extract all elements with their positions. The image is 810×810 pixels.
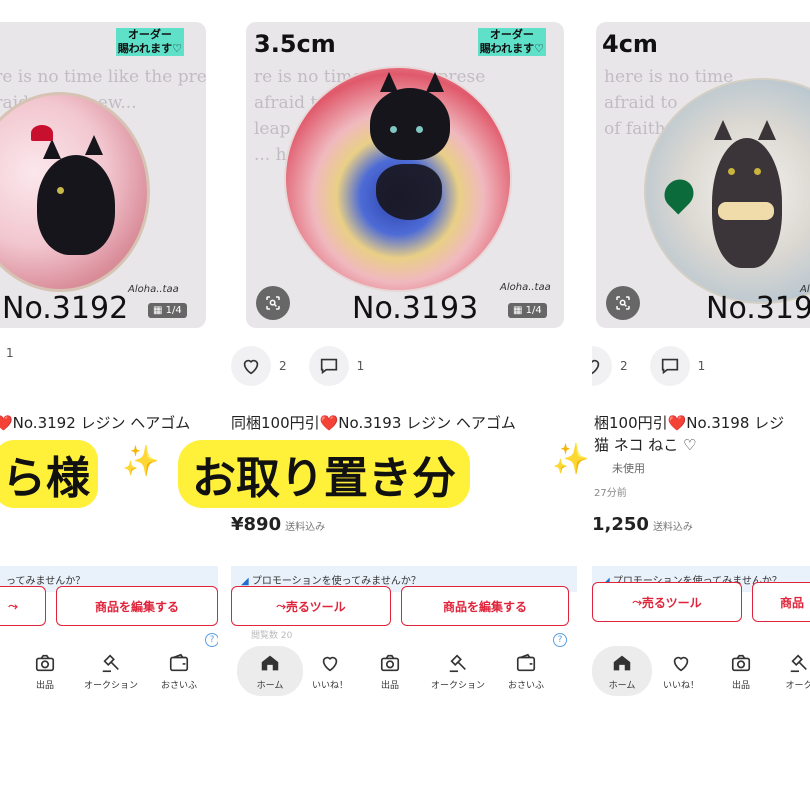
image-count-badge: ▦ 1/4 — [508, 303, 547, 318]
sell-tools-button[interactable]: ⤳ 売るツール — [592, 582, 742, 622]
camera-icon — [731, 654, 751, 672]
view-count: 閲覧数 20 — [251, 631, 293, 641]
listing-panel-3198: here is no time afraid to of faith 4cm A… — [592, 0, 810, 720]
product-photo[interactable]: ...re is no time like the prese afraid t… — [0, 22, 206, 328]
sparkle-icon: ✨ — [552, 442, 590, 477]
like-count: 2 — [279, 359, 287, 373]
reactions-row: 2 1 — [231, 346, 378, 386]
gavel-icon — [102, 654, 119, 673]
product-photo[interactable]: here is no time afraid to of faith 4cm A… — [596, 22, 810, 328]
magic-wand-icon: ⤳ — [632, 594, 642, 609]
bottom-tab-bar: ホーム いいね！ 出品 オーク — [592, 646, 810, 698]
tab-wallet[interactable]: おさいふ — [148, 646, 210, 691]
banner-title: お取り置き分 — [178, 440, 470, 508]
bottom-tab-bar: ホーム いいね！ 出品 オークション おさいふ — [231, 646, 577, 698]
image-search-button[interactable] — [256, 286, 290, 320]
lens-search-icon — [616, 296, 630, 310]
size-label: 4cm — [602, 30, 658, 58]
heart-icon — [673, 656, 689, 672]
comment-button[interactable] — [649, 346, 690, 386]
item-title[interactable]: 梱100円引❤️No.3198 レジ — [594, 412, 784, 433]
sell-tools-button[interactable]: ⤳ — [0, 586, 46, 626]
image-count-badge: ▦ 1/4 — [148, 303, 187, 318]
sparkle-icon: ✨ — [122, 444, 160, 479]
magic-wand-icon: ⤳ — [8, 598, 18, 613]
tab-sell[interactable]: 出品 — [359, 646, 421, 691]
reactions-row: 1 — [0, 346, 28, 360]
edit-item-button[interactable]: 商品 — [752, 582, 810, 622]
tab-wallet[interactable]: おさいふ — [495, 646, 557, 691]
reservation-banner: ら様 ✨ お取り置き分 ✨ — [0, 440, 810, 508]
order-badge: オーダー 賜われます♡ — [115, 28, 184, 56]
grid-icon: ▦ — [513, 305, 526, 316]
image-search-button[interactable] — [606, 286, 640, 320]
wallet-icon — [516, 653, 536, 672]
tab-auction[interactable]: オーク — [768, 646, 810, 691]
item-price: ¥890 送料込み — [231, 514, 326, 535]
camera-icon — [35, 654, 55, 672]
listing-panel-3193: re is no time like the prese afraid to t… — [231, 0, 577, 720]
comment-button[interactable] — [308, 346, 349, 386]
comment-count: 1 — [356, 359, 365, 373]
tab-home[interactable]: ホーム — [592, 646, 652, 696]
wallet-icon — [169, 653, 189, 672]
tab-home[interactable]: ホーム — [237, 646, 303, 696]
item-number: No.319 — [706, 291, 810, 326]
artist-signature: Aloha..taa — [500, 282, 551, 293]
tab-likes[interactable]: いいね！ — [650, 646, 712, 691]
tab-likes[interactable]: いいね！ — [299, 646, 361, 691]
heart-icon — [322, 656, 338, 672]
camera-icon — [380, 654, 400, 672]
artist-signature: Aloha..taa — [128, 284, 179, 295]
help-icon[interactable]: ? — [205, 633, 218, 647]
order-badge: オーダー 賜われます♡ — [477, 28, 546, 56]
item-number: No.3193 — [352, 291, 479, 326]
lens-search-icon — [266, 296, 280, 310]
banner-name-text: ら様 — [0, 440, 98, 508]
edit-item-button[interactable]: 商品を編集する — [56, 586, 218, 626]
gavel-icon — [449, 654, 466, 673]
size-label: 3.5cm — [254, 30, 336, 58]
resin-brooch-image — [284, 66, 512, 292]
like-button[interactable] — [231, 346, 271, 386]
edit-item-button[interactable]: 商品を編集する — [401, 586, 569, 626]
comment-icon — [320, 358, 337, 375]
help-icon[interactable]: ? — [553, 633, 567, 647]
home-icon — [261, 655, 279, 671]
comment-count: 1 — [6, 346, 14, 360]
comment-icon — [661, 358, 678, 375]
product-photo[interactable]: re is no time like the prese afraid to t… — [246, 22, 564, 328]
tab-sell[interactable]: 出品 — [14, 646, 76, 691]
like-button[interactable] — [592, 346, 612, 386]
item-title[interactable]: 同梱100円引❤️No.3193 レジン ヘアゴム — [231, 412, 516, 433]
heart-icon — [592, 359, 600, 375]
like-count: 2 — [620, 359, 628, 373]
magic-wand-icon: ⤳ — [276, 598, 286, 613]
comment-count: 1 — [697, 359, 706, 373]
tab-auction[interactable]: オークション — [80, 646, 142, 691]
tab-sell[interactable]: 出品 — [710, 646, 772, 691]
home-icon — [613, 655, 631, 671]
listing-panel-3192: ...re is no time like the prese afraid t… — [0, 0, 218, 720]
tab-auction[interactable]: オークション — [427, 646, 489, 691]
item-number: No.3192 — [2, 291, 129, 326]
item-price: 1,250 送料込み — [592, 514, 693, 535]
bottom-tab-bar: 出品 オークション おさいふ — [0, 646, 218, 698]
heart-icon — [243, 359, 259, 375]
sell-tools-button[interactable]: ⤳ 売るツール — [231, 586, 391, 626]
gavel-icon — [790, 654, 807, 673]
grid-icon: ▦ — [153, 305, 166, 316]
reactions-row: 2 1 — [592, 346, 719, 386]
item-title[interactable]: ❤️No.3192 レジン ヘアゴム — [0, 412, 190, 433]
